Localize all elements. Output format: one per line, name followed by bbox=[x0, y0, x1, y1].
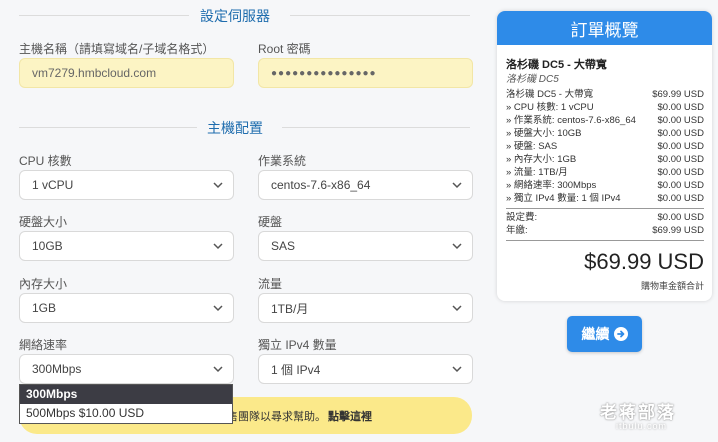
continue-button[interactable]: 繼續 bbox=[567, 316, 642, 352]
summary-line: » 作業系統: centos-7.6-x86_64 $0.00 USD bbox=[506, 114, 704, 127]
memory-label: 內存大小 bbox=[19, 277, 68, 291]
root-password-input[interactable]: ●●●●●●●●●●●●●●● bbox=[258, 58, 473, 88]
ipv4-label: 獨立 IPv4 數量 bbox=[258, 338, 337, 352]
server-section-title: 設定伺服器 bbox=[0, 6, 470, 26]
chevron-down-icon bbox=[452, 366, 462, 373]
traffic-select[interactable]: 1TB/月 bbox=[258, 293, 473, 323]
line-label: » 網絡速率: 300Mbps bbox=[506, 180, 597, 191]
line-label: » 內存大小: 1GB bbox=[506, 154, 577, 165]
continue-button-label: 繼續 bbox=[581, 326, 610, 342]
cpu-value: 1 vCPU bbox=[32, 178, 74, 192]
dropdown-option[interactable]: 500Mbps $10.00 USD bbox=[20, 404, 232, 423]
os-label: 作業系統 bbox=[258, 154, 307, 168]
bandwidth-dropdown: 300Mbps 500Mbps $10.00 USD bbox=[19, 384, 233, 424]
disk-type-label: 硬盤 bbox=[258, 215, 283, 229]
watermark: 老蒋部落 bbox=[600, 403, 676, 422]
order-summary: 訂單概覽 洛杉磯 DC5 - 大帶寬 洛杉磯 DC5 洛杉磯 DC5 - 大帶寬… bbox=[497, 11, 712, 301]
summary-divider bbox=[506, 240, 704, 241]
line-price: $69.99 USD bbox=[652, 89, 704, 100]
disk-size-select[interactable]: 10GB bbox=[19, 231, 234, 261]
ipv4-value: 1 個 IPv4 bbox=[271, 362, 321, 377]
ipv4-select[interactable]: 1 個 IPv4 bbox=[258, 354, 473, 384]
chevron-down-icon bbox=[213, 305, 223, 312]
server-section-label: 設定伺服器 bbox=[200, 8, 270, 24]
chevron-down-icon bbox=[452, 243, 462, 250]
root-password-label: Root 密碼 bbox=[258, 42, 311, 56]
traffic-value: 1TB/月 bbox=[271, 301, 309, 316]
memory-value: 1GB bbox=[32, 301, 57, 315]
summary-line: » 硬盤: SAS $0.00 USD bbox=[506, 140, 704, 153]
line-price: $0.00 USD bbox=[657, 115, 704, 126]
order-summary-title: 訂單概覽 bbox=[497, 11, 712, 45]
summary-line: 洛杉磯 DC5 - 大帶寬 $69.99 USD bbox=[506, 88, 704, 101]
disk-size-label: 硬盤大小 bbox=[19, 215, 68, 229]
watermark-url: itbulu.com bbox=[616, 421, 668, 431]
traffic-label: 流量 bbox=[258, 277, 283, 291]
hostname-value: vm7279.hmbcloud.com bbox=[32, 66, 157, 80]
summary-divider bbox=[506, 208, 704, 209]
dropdown-option[interactable]: 300Mbps bbox=[20, 385, 232, 404]
product-subtitle: 洛杉磯 DC5 bbox=[506, 74, 559, 85]
line-label: » 硬盤: SAS bbox=[506, 141, 558, 152]
line-label: 設定費: bbox=[506, 212, 538, 223]
cart-total: $69.99 USD bbox=[584, 249, 704, 274]
line-label: » 作業系統: centos-7.6-x86_64 bbox=[506, 115, 636, 126]
line-price: $0.00 USD bbox=[657, 212, 704, 223]
config-section-title: 主機配置 bbox=[0, 118, 470, 138]
hostname-label: 主機名稱（請填寫域名/子域名格式） bbox=[19, 42, 215, 56]
chevron-down-icon bbox=[452, 182, 462, 189]
summary-line: » 硬盤大小: 10GB $0.00 USD bbox=[506, 127, 704, 140]
line-label: » 流量: 1TB/月 bbox=[506, 167, 568, 178]
summary-line: » 網絡速率: 300Mbps $0.00 USD bbox=[506, 179, 704, 192]
line-label: » CPU 核數: 1 vCPU bbox=[506, 102, 594, 113]
line-price: $0.00 USD bbox=[657, 193, 704, 204]
os-select[interactable]: centos-7.6-x86_64 bbox=[258, 170, 473, 200]
line-price: $0.00 USD bbox=[657, 180, 704, 191]
line-price: $0.00 USD bbox=[657, 128, 704, 139]
line-label: » 硬盤大小: 10GB bbox=[506, 128, 582, 139]
setup-fee-line: 設定費: $0.00 USD bbox=[506, 211, 704, 224]
chevron-down-icon bbox=[452, 305, 462, 312]
bandwidth-value: 300Mbps bbox=[32, 362, 82, 376]
summary-line: » CPU 核數: 1 vCPU $0.00 USD bbox=[506, 101, 704, 114]
cpu-select[interactable]: 1 vCPU bbox=[19, 170, 234, 200]
root-password-value: ●●●●●●●●●●●●●●● bbox=[271, 67, 377, 79]
hostname-input[interactable]: vm7279.hmbcloud.com bbox=[19, 58, 234, 88]
disk-size-value: 10GB bbox=[32, 239, 63, 253]
chevron-down-icon bbox=[213, 366, 223, 373]
line-price: $0.00 USD bbox=[657, 102, 704, 113]
line-price: $0.00 USD bbox=[657, 154, 704, 165]
summary-lines: 洛杉磯 DC5 - 大帶寬 $69.99 USD » CPU 核數: 1 vCPU… bbox=[506, 88, 704, 243]
cpu-label: CPU 核數 bbox=[19, 154, 72, 168]
chevron-down-icon bbox=[213, 243, 223, 250]
line-price: $0.00 USD bbox=[657, 141, 704, 152]
disk-type-select[interactable]: SAS bbox=[258, 231, 473, 261]
summary-line: » 獨立 IPv4 數量: 1 個 IPv4 $0.00 USD bbox=[506, 192, 704, 205]
summary-line: » 內存大小: 1GB $0.00 USD bbox=[506, 153, 704, 166]
os-value: centos-7.6-x86_64 bbox=[271, 178, 371, 192]
disk-type-value: SAS bbox=[271, 239, 296, 253]
bandwidth-select[interactable]: 300Mbps bbox=[19, 354, 234, 384]
annual-fee-line: 年繳: $69.99 USD bbox=[506, 224, 704, 237]
line-label: 年繳: bbox=[506, 225, 528, 236]
config-section-label: 主機配置 bbox=[207, 120, 263, 136]
line-price: $0.00 USD bbox=[657, 167, 704, 178]
summary-line: » 流量: 1TB/月 $0.00 USD bbox=[506, 166, 704, 179]
bandwidth-label: 網絡速率 bbox=[19, 338, 68, 352]
line-price: $69.99 USD bbox=[652, 225, 704, 236]
line-label: » 獨立 IPv4 數量: 1 個 IPv4 bbox=[506, 193, 621, 204]
cart-total-caption: 購物車金額合計 bbox=[640, 281, 704, 291]
arrow-right-circle-icon bbox=[613, 327, 628, 341]
chevron-down-icon bbox=[213, 182, 223, 189]
help-notice-link[interactable]: 點擊這裡 bbox=[328, 408, 372, 424]
line-label: 洛杉磯 DC5 - 大帶寬 bbox=[506, 89, 594, 100]
memory-select[interactable]: 1GB bbox=[19, 293, 234, 323]
